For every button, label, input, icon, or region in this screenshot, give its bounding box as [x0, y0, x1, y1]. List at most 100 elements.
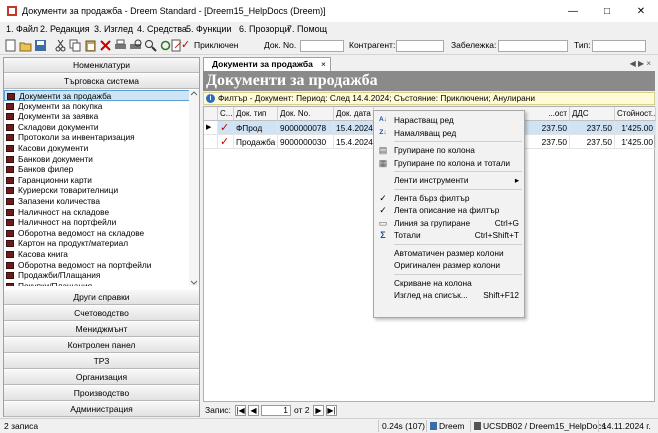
next-record-icon[interactable]: ▶	[313, 405, 324, 416]
context-menu-item[interactable]: Σ Тотали Ctrl+Shift+T	[374, 229, 524, 241]
new-icon[interactable]	[4, 39, 17, 52]
nav-group-button[interactable]: ТРЗ	[4, 354, 199, 369]
last-record-icon[interactable]: ▶|	[326, 405, 337, 416]
context-menu-item[interactable]: A↓ Нарастващ ред	[374, 114, 524, 126]
col-header-doc-date[interactable]: Док. дата	[334, 107, 374, 121]
print-icon[interactable]	[114, 39, 127, 52]
sidebar-item[interactable]: Документи за продажба	[4, 90, 199, 101]
type-field[interactable]	[592, 40, 646, 52]
sidebar-item[interactable]: Оборотна ведомост на складове	[4, 228, 199, 239]
nav-group-button[interactable]: Счетоводство	[4, 306, 199, 321]
status-bar: 2 записа 0.24s (107) Dreem UCSDB02 / Dre…	[0, 418, 658, 432]
document-icon	[6, 134, 14, 142]
shortcut-hint: Ctrl+G	[494, 217, 519, 228]
nav-group-button[interactable]: Контролен панел	[4, 338, 199, 353]
tab-nav-icons[interactable]: ◀ ▶ ×	[630, 59, 651, 68]
menu-view[interactable]: 3. Изглед	[94, 24, 133, 34]
cell-doc-date: 15.4.2024	[334, 121, 374, 135]
nav-group-button[interactable]: Организация	[4, 370, 199, 385]
sidebar-item-label: Наличност на портфейли	[18, 217, 117, 228]
sidebar-item[interactable]: Документи за заявка	[4, 111, 199, 122]
document-icon	[6, 187, 14, 195]
sidebar-item[interactable]: Продажби/Плащания	[4, 270, 199, 281]
open-icon[interactable]	[19, 39, 32, 52]
type-label: Тип:	[574, 40, 591, 50]
doc-no-field[interactable]	[300, 40, 344, 52]
menu-windows[interactable]: 6. Прозорци	[239, 24, 290, 34]
col-header-value[interactable]: Стойност...	[615, 107, 656, 121]
sort-desc-icon: Z↓	[379, 128, 387, 136]
minimize-icon[interactable]: —	[556, 0, 590, 22]
sidebar-item[interactable]: Касова книга	[4, 249, 199, 260]
col-header-status[interactable]: С...	[218, 107, 234, 121]
sidebar-item[interactable]: Касови документи	[4, 143, 199, 154]
menu-tools[interactable]: 4. Средства	[137, 24, 187, 34]
context-menu-label: Линия за групиране	[394, 217, 471, 228]
col-header-vat[interactable]: ДДС	[570, 107, 615, 121]
sidebar-item[interactable]: Складови документи	[4, 122, 199, 133]
prev-record-icon[interactable]: ◀	[248, 405, 259, 416]
column-context-menu: A↓ Нарастващ ред Z↓ Намаляващ ред ▤ Групиране…	[373, 110, 525, 318]
context-menu-item[interactable]: ✓ Лента описание на филтър	[374, 204, 524, 216]
sidebar-item[interactable]: Банкови документи	[4, 154, 199, 165]
nav-group-trade-system[interactable]: Търговска система	[4, 74, 199, 89]
context-menu-item[interactable]: ▦ Групиране по колона и тотали	[374, 157, 524, 169]
col-header-doc-no[interactable]: Док. No.	[278, 107, 334, 121]
sidebar-item[interactable]: Запазени количества	[4, 196, 199, 207]
tab-close-icon[interactable]: ×	[321, 58, 326, 71]
record-input[interactable]: 1	[261, 405, 291, 416]
sidebar-item[interactable]: Оборотна ведомост на портфейли	[4, 260, 199, 271]
sidebar-item[interactable]: Наличност на складове	[4, 207, 199, 218]
col-header-amount[interactable]: ...ост	[525, 107, 570, 121]
context-menu-item[interactable]: ✓ Лента бърз филтър	[374, 192, 524, 204]
sidebar-item[interactable]: Покупки/Плащания	[4, 281, 199, 286]
save-icon[interactable]	[34, 39, 47, 52]
menu-separator	[394, 141, 522, 142]
find-icon[interactable]	[144, 39, 157, 52]
menu-edit[interactable]: 2. Редакция	[40, 24, 90, 34]
nav-group-button[interactable]: Други справки	[4, 290, 199, 305]
paste-icon[interactable]	[84, 39, 97, 52]
context-menu-item[interactable]: Ленти инструменти ▸	[374, 174, 524, 186]
col-header-doc-type[interactable]: Док. тип	[234, 107, 278, 121]
context-menu-item[interactable]: Скриване на колона	[374, 277, 524, 289]
tab-sales-documents[interactable]: Документи за продажба ×	[203, 57, 331, 71]
cut-icon[interactable]	[54, 39, 67, 52]
nav-group-button[interactable]: Мениджмънт	[4, 322, 199, 337]
nav-scrollbar[interactable]	[189, 90, 199, 286]
nav-group-button[interactable]: Производство	[4, 386, 199, 401]
sidebar-item[interactable]: Гаранционни карти	[4, 175, 199, 186]
contractor-field[interactable]	[396, 40, 444, 52]
record-count: от 2	[294, 405, 310, 415]
sidebar-item[interactable]: Картон на продукт/материал	[4, 238, 199, 249]
context-menu-item[interactable]: ▤ Групиране по колона	[374, 144, 524, 156]
maximize-icon[interactable]: □	[590, 0, 624, 22]
menu-help[interactable]: 7. Помощ	[287, 24, 327, 34]
sidebar-item[interactable]: Протоколи за инвентаризация	[4, 132, 199, 143]
first-record-icon[interactable]: |◀	[235, 405, 246, 416]
sidebar-item[interactable]: Наличност на портфейли	[4, 217, 199, 228]
filter-description-bar[interactable]: i Филтър - Документ: Период: След 14.4.2…	[203, 92, 655, 105]
menu-file[interactable]: 1. Файл	[6, 24, 38, 34]
toolbar: ✓ Приключен Док. No. Контрагент: Забележ…	[0, 37, 658, 55]
context-menu-item[interactable]: Изглед на списък... Shift+F12	[374, 289, 524, 301]
print-preview-icon[interactable]	[129, 39, 142, 52]
tab-label: Документи за продажба	[212, 59, 313, 69]
status-label[interactable]: Приключен	[194, 40, 238, 50]
nav-group-button[interactable]: Администрация	[4, 402, 199, 417]
sidebar-item[interactable]: Банков филер	[4, 164, 199, 175]
context-menu-item[interactable]: Z↓ Намаляващ ред	[374, 127, 524, 139]
delete-icon[interactable]	[99, 39, 112, 52]
document-icon	[6, 123, 14, 131]
context-menu-item[interactable]: Оригинален размер колони	[374, 259, 524, 271]
sidebar-item[interactable]: Документи за покупка	[4, 101, 199, 112]
context-menu-item[interactable]: Автоматичен размер колони	[374, 247, 524, 259]
nav-group-nomenclatures[interactable]: Номенклатури	[4, 58, 199, 73]
cell-doc-type: Продажба	[234, 135, 278, 149]
note-field[interactable]	[498, 40, 568, 52]
menu-functions[interactable]: 5. Функции	[186, 24, 231, 34]
copy-icon[interactable]	[69, 39, 82, 52]
sidebar-item[interactable]: Куриерски товарителници	[4, 185, 199, 196]
close-icon[interactable]: ✕	[624, 0, 658, 22]
context-menu-item[interactable]: ▭ Линия за групиране Ctrl+G	[374, 217, 524, 229]
